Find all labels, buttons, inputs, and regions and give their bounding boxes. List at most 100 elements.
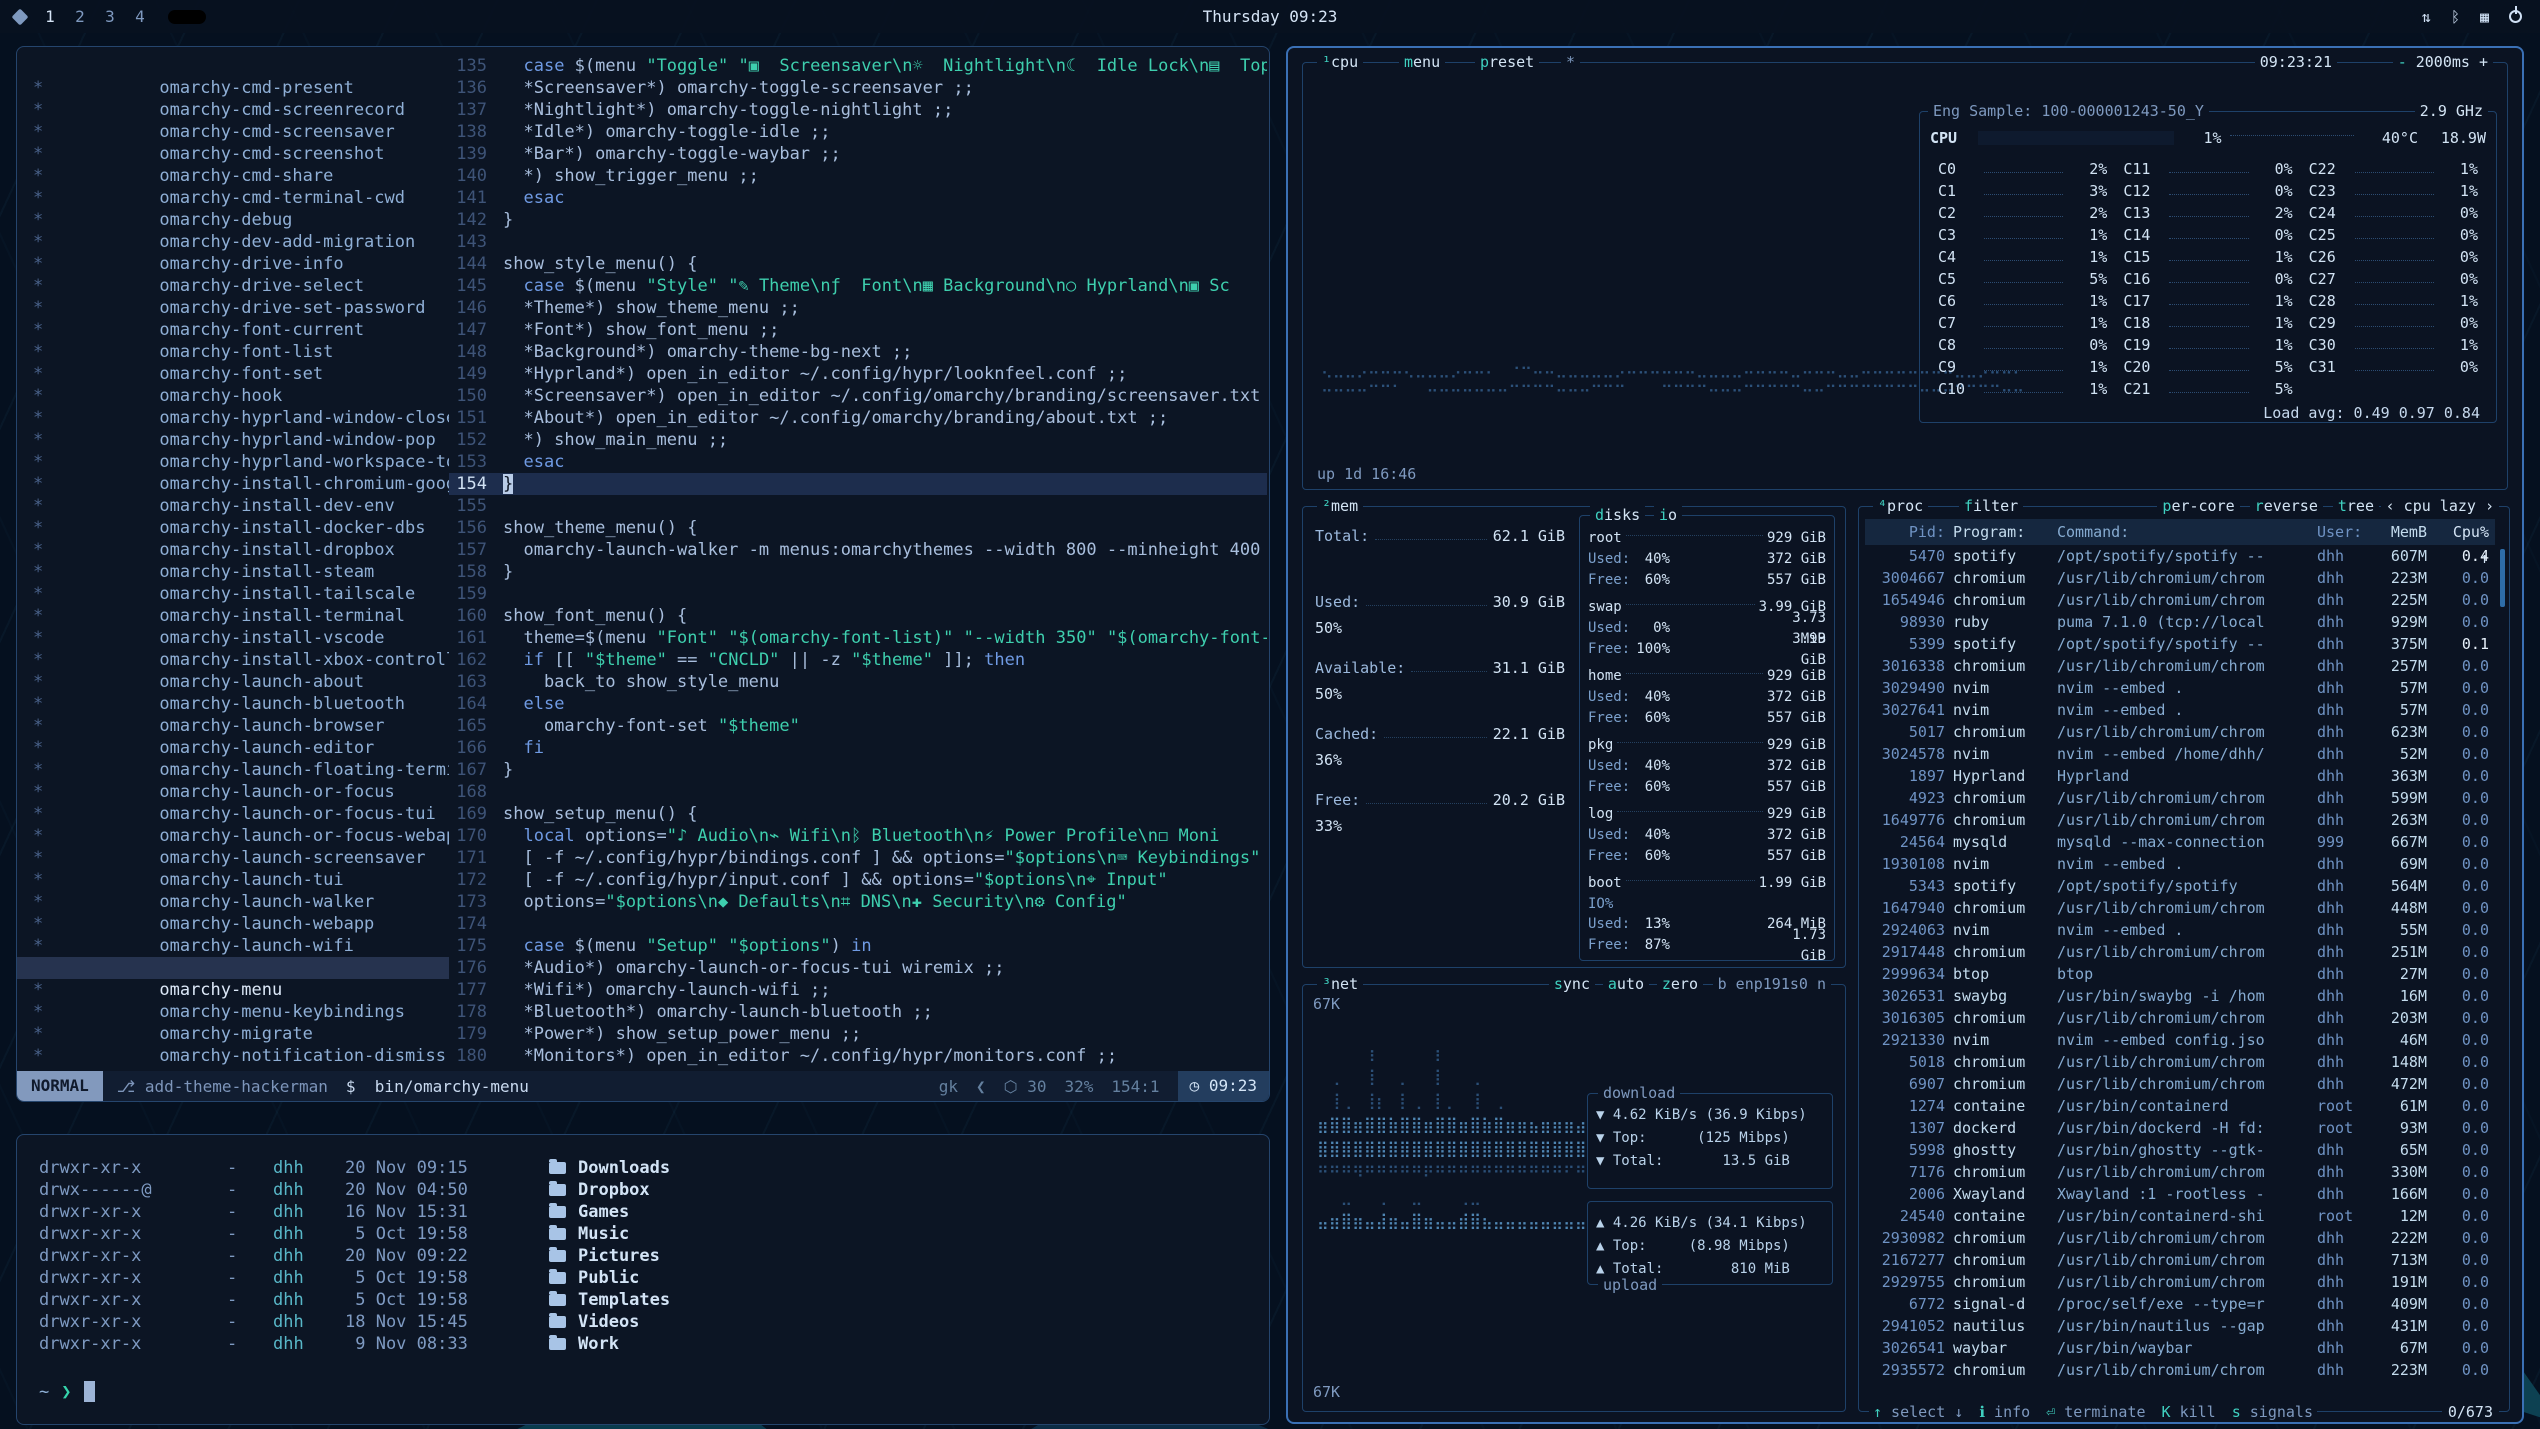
- code-line[interactable]: 135 case $(menu "Toggle" "▣ Screensaver\…: [449, 55, 1267, 77]
- code-line[interactable]: 161 theme=$(menu "Font" "$(omarchy-font-…: [449, 627, 1267, 649]
- file-list-item[interactable]: *omarchy-launch-or-focus: [17, 759, 449, 781]
- footer-hint[interactable]: K kill: [2162, 1402, 2216, 1422]
- process-row[interactable]: 2929755 chromium /usr/lib/chromium/chrom…: [1865, 1271, 2495, 1293]
- tab-mem[interactable]: ²mem: [1317, 496, 1363, 516]
- code-line[interactable]: 147 *Font*) show_font_menu ;;: [449, 319, 1267, 341]
- process-row[interactable]: 24564 mysqld mysqld --max-connection 999…: [1865, 831, 2495, 853]
- file-list-item[interactable]: *omarchy-install-steam: [17, 539, 449, 561]
- file-list-item[interactable]: *omarchy-font-current: [17, 297, 449, 319]
- code-line[interactable]: 176 *Audio*) omarchy-launch-or-focus-tui…: [449, 957, 1267, 979]
- file-list-item[interactable]: *omarchy-launch-or-focus-webapp: [17, 803, 449, 825]
- file-list-item[interactable]: *omarchy-install-vscode: [17, 605, 449, 627]
- process-row[interactable]: 1274 containe /usr/bin/containerd root 6…: [1865, 1095, 2495, 1117]
- process-row[interactable]: 1930108 nvim nvim --embed . dhh 69M 0.0: [1865, 853, 2495, 875]
- screencast-icon[interactable]: ⇅: [2422, 8, 2431, 26]
- process-row[interactable]: 5343 spotify /opt/spotify/spotify dhh 56…: [1865, 875, 2495, 897]
- file-list-item[interactable]: *omarchy-cmd-present: [17, 55, 449, 77]
- file-list-item[interactable]: *omarchy-cmd-share: [17, 143, 449, 165]
- code-line[interactable]: 137 *Nightlight*) omarchy-toggle-nightli…: [449, 99, 1267, 121]
- process-row[interactable]: 3004667 chromium /usr/lib/chromium/chrom…: [1865, 567, 2495, 589]
- code-line[interactable]: 143: [449, 231, 1267, 253]
- process-row[interactable]: 3026531 swaybg /usr/bin/swaybg -i /hom d…: [1865, 985, 2495, 1007]
- workspace-button[interactable]: 3: [102, 7, 118, 26]
- power-icon[interactable]: [2509, 10, 2522, 23]
- code-line[interactable]: 163 back_to show_style_menu: [449, 671, 1267, 693]
- process-row[interactable]: 2917448 chromium /usr/lib/chromium/chrom…: [1865, 941, 2495, 963]
- code-line[interactable]: 141 esac: [449, 187, 1267, 209]
- net-interface[interactable]: b enp191s0 n: [1713, 974, 1831, 994]
- file-list-item[interactable]: *omarchy-launch-screensaver: [17, 825, 449, 847]
- file-list-item[interactable]: *omarchy-launch-bluetooth: [17, 671, 449, 693]
- code-line[interactable]: 150 *Screensaver*) open_in_editor ~/.con…: [449, 385, 1267, 407]
- workspace-button[interactable]: 2: [72, 7, 88, 26]
- code-line[interactable]: 144show_style_menu() {: [449, 253, 1267, 275]
- tab-cpu[interactable]: ¹cpu: [1317, 52, 1363, 72]
- code-line[interactable]: 164 else: [449, 693, 1267, 715]
- file-list-item[interactable]: *omarchy-pkg-add: [17, 1045, 449, 1067]
- code-line[interactable]: 178 *Bluetooth*) omarchy-launch-bluetoot…: [449, 1001, 1267, 1023]
- file-list-item[interactable]: *omarchy-lock-screen: [17, 935, 449, 957]
- code-line[interactable]: 169show_setup_menu() {: [449, 803, 1267, 825]
- file-list-item[interactable]: *omarchy-launch-browser: [17, 693, 449, 715]
- file-list-item[interactable]: *omarchy-drive-info: [17, 231, 449, 253]
- tab-disks[interactable]: disks: [1590, 505, 1645, 525]
- process-row[interactable]: 2935572 chromium /usr/lib/chromium/chrom…: [1865, 1359, 2495, 1381]
- footer-hint[interactable]: ℹ info: [1979, 1402, 2030, 1422]
- sort-selector[interactable]: ‹ cpu lazy ›: [2381, 496, 2499, 516]
- tree-toggle[interactable]: tree: [2333, 496, 2379, 516]
- process-row[interactable]: 1654946 chromium /usr/lib/chromium/chrom…: [1865, 589, 2495, 611]
- net-sync-toggle[interactable]: sync: [1549, 974, 1595, 994]
- btop-window[interactable]: ¹cpu menu preset * 09:23:21 - 2000ms + ⠢…: [1286, 46, 2524, 1424]
- editor-terminal-window[interactable]: *omarchy-cmd-present *omarchy-cmd-screen…: [16, 46, 1270, 1102]
- net-zero-toggle[interactable]: zero: [1657, 974, 1703, 994]
- process-row[interactable]: 5998 ghostty /usr/bin/ghostty --gtk- dhh…: [1865, 1139, 2495, 1161]
- file-list-item[interactable]: *omarchy-notification-dismiss: [17, 1023, 449, 1045]
- process-row[interactable]: 3024578 nvim nvim --embed /home/dhh/ dhh…: [1865, 743, 2495, 765]
- active-window-pill[interactable]: [168, 10, 206, 24]
- process-row[interactable]: 2941052 nautilus /usr/bin/nautilus --gap…: [1865, 1315, 2495, 1337]
- file-list-item[interactable]: *omarchy-install-tailscale: [17, 561, 449, 583]
- code-line[interactable]: 160show_font_menu() {: [449, 605, 1267, 627]
- process-row[interactable]: 24540 containe /usr/bin/containerd-shi r…: [1865, 1205, 2495, 1227]
- file-list-item[interactable]: *omarchy-hook: [17, 363, 449, 385]
- code-line[interactable]: 142}: [449, 209, 1267, 231]
- process-row[interactable]: 2921330 nvim nvim --embed config.jso dhh…: [1865, 1029, 2495, 1051]
- file-list-item[interactable]: *omarchy-install-terminal: [17, 583, 449, 605]
- process-row[interactable]: 2930982 chromium /usr/lib/chromium/chrom…: [1865, 1227, 2495, 1249]
- process-scrollbar[interactable]: [2500, 549, 2505, 607]
- file-list-item[interactable]: *omarchy-debug: [17, 187, 449, 209]
- file-list-item[interactable]: *omarchy-cmd-screensaver: [17, 99, 449, 121]
- filter-button[interactable]: filter: [1959, 496, 2023, 516]
- file-list-item[interactable]: *omarchy-launch-or-focus-tui: [17, 781, 449, 803]
- code-line[interactable]: 155: [449, 495, 1267, 517]
- process-row[interactable]: 2167277 chromium /usr/lib/chromium/chrom…: [1865, 1249, 2495, 1271]
- code-line[interactable]: 172 [ -f ~/.config/hypr/input.conf ] && …: [449, 869, 1267, 891]
- file-list-item[interactable]: *omarchy-launch-walker: [17, 869, 449, 891]
- code-line[interactable]: 148 *Background*) omarchy-theme-bg-next …: [449, 341, 1267, 363]
- tray-icon[interactable]: ▦: [2480, 8, 2489, 26]
- code-line[interactable]: 159: [449, 583, 1267, 605]
- code-line[interactable]: 136 *Screensaver*) omarchy-toggle-screen…: [449, 77, 1267, 99]
- file-list-item[interactable]: *omarchy-font-list: [17, 319, 449, 341]
- process-row[interactable]: 1647940 chromium /usr/lib/chromium/chrom…: [1865, 897, 2495, 919]
- code-line[interactable]: 140 *) show_trigger_menu ;;: [449, 165, 1267, 187]
- file-list-item[interactable]: *omarchy-launch-wifi: [17, 913, 449, 935]
- per-core-toggle[interactable]: per-core: [2157, 496, 2239, 516]
- code-line[interactable]: 168: [449, 781, 1267, 803]
- tab-io[interactable]: io: [1654, 505, 1682, 525]
- footer-hint[interactable]: ↑ select ↓: [1873, 1402, 1963, 1422]
- code-line[interactable]: 170 local options="♪ Audio\n⌁ Wifi\nᛒ Bl…: [449, 825, 1267, 847]
- code-line[interactable]: 149 *Hyprland*) open_in_editor ~/.config…: [449, 363, 1267, 385]
- process-row[interactable]: 98930 ruby puma 7.1.0 (tcp://local dhh 9…: [1865, 611, 2495, 633]
- process-row[interactable]: 3026541 waybar /usr/bin/waybar dhh 67M 0…: [1865, 1337, 2495, 1359]
- process-row[interactable]: 4923 chromium /usr/lib/chromium/chrom dh…: [1865, 787, 2495, 809]
- preset-button[interactable]: preset: [1475, 52, 1539, 72]
- code-line[interactable]: 175 case $(menu "Setup" "$options") in: [449, 935, 1267, 957]
- process-row[interactable]: 3029490 nvim nvim --embed . dhh 57M 0.0: [1865, 677, 2495, 699]
- file-list-item[interactable]: *omarchy-menu: [17, 957, 449, 979]
- file-listing-terminal-window[interactable]: drwxr-xr-x - dhh 20 Nov 09:15 Downloads …: [16, 1134, 1270, 1425]
- file-list-item[interactable]: *omarchy-cmd-screenrecord: [17, 77, 449, 99]
- process-row[interactable]: 5018 chromium /usr/lib/chromium/chrom dh…: [1865, 1051, 2495, 1073]
- process-row[interactable]: 3027641 nvim nvim --embed . dhh 57M 0.0: [1865, 699, 2495, 721]
- file-list-item[interactable]: *omarchy-cmd-terminal-cwd: [17, 165, 449, 187]
